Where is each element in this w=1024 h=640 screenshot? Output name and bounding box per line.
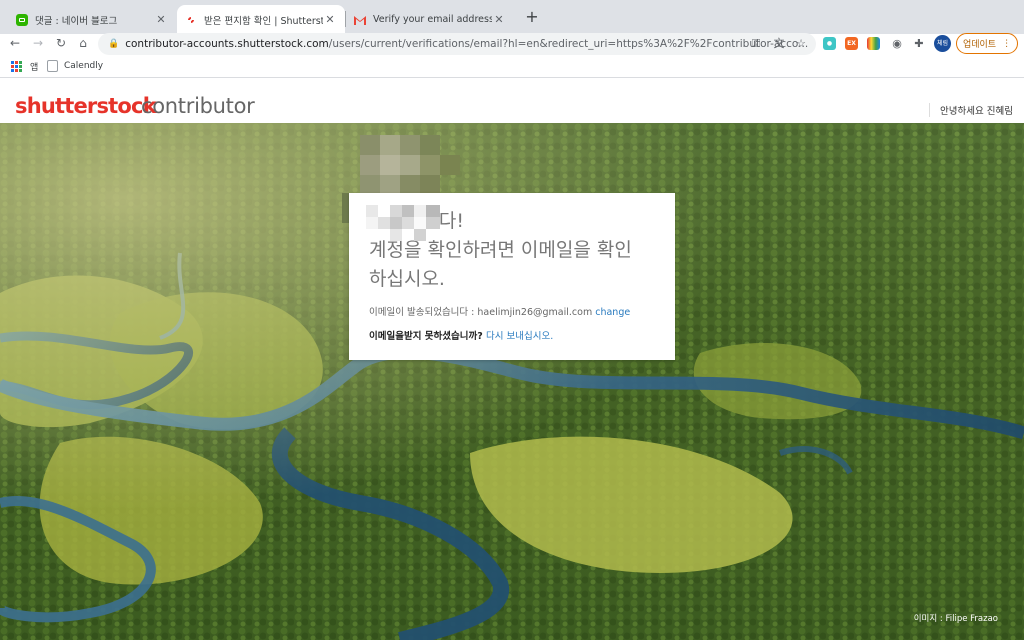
more-icon: ⋮ xyxy=(1002,38,1012,49)
close-icon[interactable]: ✕ xyxy=(154,13,168,26)
user-greeting[interactable]: 안녕하세요 진혜림 xyxy=(929,103,1013,117)
bookmarks-bar: 앱 Calendly xyxy=(0,56,1024,78)
back-arrow-icon[interactable]: ← xyxy=(6,34,24,52)
translate-icon[interactable]: 文 xyxy=(771,36,787,52)
apps-grid-icon xyxy=(11,61,22,72)
plus-icon[interactable]: + xyxy=(523,8,541,26)
profile-avatar[interactable]: 체림 xyxy=(934,35,951,52)
camera-icon[interactable]: ◉ xyxy=(889,36,905,52)
tab-separator xyxy=(345,11,346,27)
heading-line-3: 하십시오. xyxy=(369,268,445,290)
lock-icon: 🔒 xyxy=(108,39,120,49)
extension-1-icon[interactable]: ● xyxy=(823,37,836,50)
key-icon[interactable]: ⚿ xyxy=(748,36,764,52)
close-icon[interactable]: ✕ xyxy=(323,13,337,26)
page-icon xyxy=(47,60,58,72)
shutterstock-logo[interactable]: shutterstock xyxy=(15,94,157,118)
tab-title: Verify your email address - hae xyxy=(373,14,492,25)
url-text: contributor-accounts.shutterstock.com/us… xyxy=(125,38,808,50)
url-path: /users/current/verifications/email?hl=en… xyxy=(328,38,809,50)
change-email-link[interactable]: change xyxy=(595,307,630,318)
bookmark-calendly[interactable]: Calendly xyxy=(47,60,103,72)
resend-question: 이메일을받지 못하셨습니까? xyxy=(369,331,483,342)
extension-2-icon[interactable]: EX xyxy=(845,37,858,50)
tab-title: 댓글 : 네이버 블로그 xyxy=(35,15,118,27)
bookmark-label: 앱 xyxy=(30,63,39,73)
extension-3-icon[interactable] xyxy=(867,37,880,50)
tab-strip: 댓글 : 네이버 블로그 ✕ 받은 편지함 확인 | Shutterstock … xyxy=(0,0,1024,34)
close-icon[interactable]: ✕ xyxy=(492,13,506,26)
gmail-favicon-icon xyxy=(354,14,366,26)
home-icon[interactable]: ⌂ xyxy=(74,34,92,52)
profile-initials: 체림 xyxy=(936,40,949,47)
forward-arrow-icon[interactable]: → xyxy=(29,34,47,52)
tab-naver-blog[interactable]: 댓글 : 네이버 블로그 ✕ xyxy=(8,5,176,34)
url-host: contributor-accounts.shutterstock.com xyxy=(125,38,329,50)
bookmark-label: Calendly xyxy=(64,61,104,71)
reload-icon[interactable]: ↻ xyxy=(52,34,70,52)
logo-contributor: contributor xyxy=(141,94,255,118)
extensions-icon[interactable]: ✚ xyxy=(911,36,927,52)
tab-title: 받은 편지함 확인 | Shutterstock xyxy=(204,15,323,27)
tab-shutterstock[interactable]: 받은 편지함 확인 | Shutterstock ✕ xyxy=(177,5,345,34)
resend-email-link[interactable]: 다시 보내십시오. xyxy=(486,331,553,342)
pixelated-name xyxy=(366,205,446,265)
email-sent-text: 이메일이 발송되었습니다 : haelimjin26@gmail.com xyxy=(369,307,593,318)
naver-favicon-icon xyxy=(16,13,28,26)
image-credit: 이미지 : Filipe Frazao xyxy=(913,614,998,624)
tab-gmail[interactable]: Verify your email address - hae ✕ xyxy=(346,5,514,34)
email-sent-message: 이메일이 발송되었습니다 : haelimjin26@gmail.com cha… xyxy=(369,304,655,318)
update-button[interactable]: 업데이트 ⋮ xyxy=(956,33,1018,54)
star-icon[interactable]: ☆ xyxy=(793,36,809,52)
shutterstock-favicon-icon xyxy=(185,14,197,26)
update-label: 업데이트 xyxy=(962,40,997,50)
resend-message: 이메일을받지 못하셨습니까? 다시 보내십시오. xyxy=(369,328,655,342)
address-bar[interactable]: 🔒 contributor-accounts.shutterstock.com/… xyxy=(98,33,816,55)
bookmark-apps[interactable]: 앱 xyxy=(11,60,38,73)
